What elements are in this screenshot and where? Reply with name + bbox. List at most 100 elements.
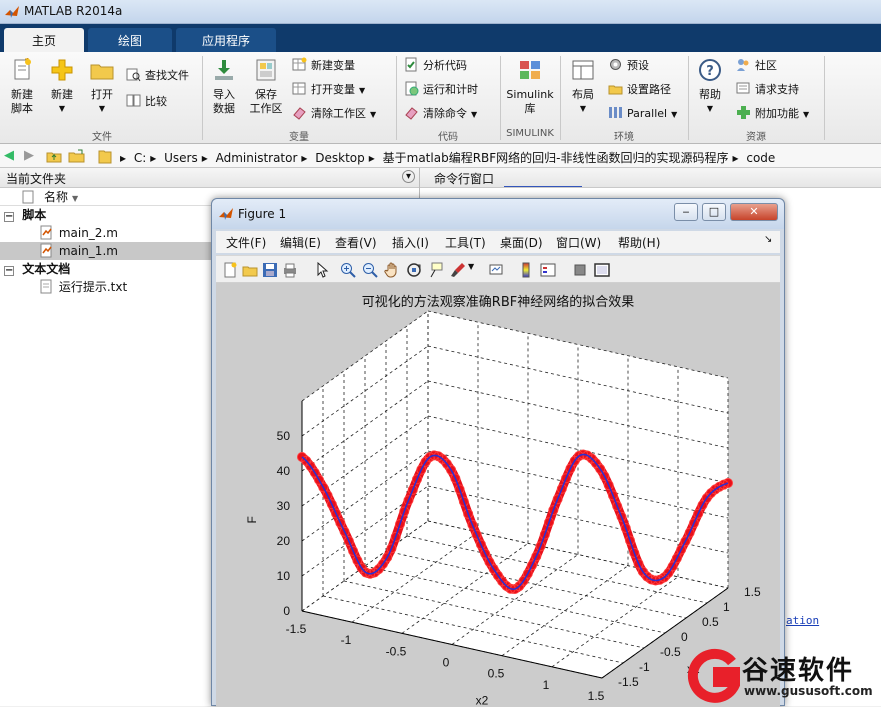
breadcrumb-item[interactable]: Administrator xyxy=(216,151,298,165)
x-axis-label: x2 xyxy=(476,694,489,707)
dock-arrow-icon[interactable]: ↘ xyxy=(764,234,772,245)
menu-view[interactable]: 查看(V) xyxy=(335,234,377,251)
import-icon xyxy=(211,58,237,82)
back-arrow-icon[interactable]: ◀ xyxy=(4,148,14,163)
breadcrumb-item[interactable]: C: xyxy=(134,151,146,165)
panel-menu-chevron-icon[interactable]: ▾ xyxy=(402,170,415,183)
rotate-3d-icon[interactable] xyxy=(406,262,422,278)
new-button[interactable]: 新建 ▼ xyxy=(44,58,80,116)
request-support-label: 请求支持 xyxy=(755,83,799,96)
colorbar-icon[interactable] xyxy=(518,262,534,278)
menu-file[interactable]: 文件(F) xyxy=(226,234,266,251)
menu-help[interactable]: 帮助(H) xyxy=(618,234,660,251)
find-files-label: 查找文件 xyxy=(145,69,189,82)
legend-icon[interactable] xyxy=(540,262,556,278)
layout-label: 布局 xyxy=(564,88,602,102)
group-name: 脚本 xyxy=(22,208,46,222)
clear-workspace-button[interactable]: 清除工作区▼ xyxy=(292,104,376,124)
pan-hand-icon[interactable] xyxy=(384,262,400,278)
new-variable-icon xyxy=(292,57,307,72)
breadcrumb-item[interactable]: Desktop xyxy=(315,151,365,165)
parallel-button[interactable]: Parallel▼ xyxy=(608,104,677,124)
data-cursor-icon[interactable] xyxy=(428,262,444,278)
sort-arrow-icon: ▼ xyxy=(72,194,78,203)
show-plot-tools-icon[interactable] xyxy=(594,262,610,278)
open-variable-label: 打开变量 xyxy=(311,83,355,96)
dropdown-arrow-icon[interactable]: ▼ xyxy=(468,262,474,271)
brush-icon[interactable] xyxy=(450,262,466,278)
group-label-variable: 变量 xyxy=(204,128,394,143)
menu-edit[interactable]: 编辑(E) xyxy=(280,234,321,251)
z-tick-label: 30 xyxy=(277,499,291,513)
tab-home[interactable]: 主页 xyxy=(4,28,84,52)
save-workspace-button[interactable]: 保存 工作区 xyxy=(246,58,286,116)
tab-plots[interactable]: 绘图 xyxy=(88,28,172,52)
request-support-button[interactable]: 请求支持 xyxy=(736,80,799,100)
z-tick-label: 10 xyxy=(277,569,291,583)
menu-tools[interactable]: 工具(T) xyxy=(445,234,486,251)
analyze-code-label: 分析代码 xyxy=(423,59,467,72)
find-files-button[interactable]: 查找文件 xyxy=(126,66,189,86)
close-button[interactable]: ✕ xyxy=(730,203,778,221)
help-button[interactable]: ? 帮助 ▼ xyxy=(692,58,728,116)
breadcrumb-item[interactable]: 基于matlab编程RBF网络的回归-非线性函数回归的实现源码程序 xyxy=(383,151,729,165)
open-button[interactable]: 打开 ▼ xyxy=(84,58,120,116)
parallel-label: Parallel xyxy=(627,107,667,120)
run-and-time-button[interactable]: 运行和计时 xyxy=(404,80,478,100)
menu-desktop[interactable]: 桌面(D) xyxy=(500,234,543,251)
simulink-library-button[interactable]: Simulink 库 xyxy=(504,58,556,116)
clear-commands-button[interactable]: 清除命令▼ xyxy=(404,104,477,124)
import-data-button[interactable]: 导入 数据 xyxy=(206,58,242,116)
menu-window[interactable]: 窗口(W) xyxy=(556,234,601,251)
breadcrumb-item[interactable]: Users xyxy=(164,151,198,165)
zoom-in-icon[interactable] xyxy=(340,262,356,278)
menu-insert[interactable]: 插入(I) xyxy=(392,234,429,251)
analyze-code-button[interactable]: 分析代码 xyxy=(404,56,467,76)
new-figure-icon[interactable] xyxy=(222,262,238,278)
figure-title: Figure 1 xyxy=(238,207,286,221)
x-tick-label: 1 xyxy=(543,678,550,692)
browse-folder-icon[interactable] xyxy=(68,148,86,164)
watermark-brand: 谷速软件 xyxy=(742,650,854,687)
figure-title-bar[interactable]: Figure 1 ‒ □ ✕ xyxy=(212,199,784,229)
community-button[interactable]: 社区 xyxy=(736,56,777,76)
analyze-code-icon xyxy=(404,57,419,72)
clear-commands-label: 清除命令 xyxy=(423,107,467,120)
new-variable-button[interactable]: 新建变量 xyxy=(292,56,355,76)
command-window-header: 命令行窗口 xyxy=(420,168,881,188)
minimize-button[interactable]: ‒ xyxy=(674,203,698,221)
open-file-icon[interactable] xyxy=(242,262,258,278)
breadcrumb-item[interactable]: code xyxy=(746,151,775,165)
save-icon[interactable] xyxy=(262,262,278,278)
m-file-icon xyxy=(40,225,53,240)
set-path-button[interactable]: 设置路径 xyxy=(608,80,671,100)
open-variable-button[interactable]: 打开变量▼ xyxy=(292,80,365,100)
maximize-button[interactable]: □ xyxy=(702,203,726,221)
link-plot-icon[interactable] xyxy=(488,262,504,278)
add-ons-button[interactable]: 附加功能▼ xyxy=(736,104,809,124)
eraser-icon xyxy=(404,105,419,120)
collapse-icon[interactable]: − xyxy=(4,266,14,276)
command-link[interactable]: ation xyxy=(786,614,819,627)
pointer-icon[interactable] xyxy=(314,262,330,278)
z-tick-label: 50 xyxy=(277,429,291,443)
file-name: 运行提示.txt xyxy=(59,280,127,294)
plot-area[interactable]: 可视化的方法观察准确RBF神经网络的拟合效果 -1.5-1-0.500.511.… xyxy=(216,283,780,707)
zoom-out-icon[interactable] xyxy=(362,262,378,278)
watermark-logo-icon xyxy=(682,648,740,704)
compare-button[interactable]: 比较 xyxy=(126,92,167,112)
current-folder-title: 当前文件夹 xyxy=(6,172,66,186)
collapse-icon[interactable]: − xyxy=(4,212,14,222)
figure-window[interactable]: Figure 1 ‒ □ ✕ 文件(F) 编辑(E) 查看(V) 插入(I) 工… xyxy=(211,198,785,706)
preferences-button[interactable]: 预设 xyxy=(608,56,649,76)
add-ons-icon xyxy=(736,105,751,120)
forward-arrow-icon[interactable]: ▶ xyxy=(24,148,34,163)
figure-menu-bar: 文件(F) 编辑(E) 查看(V) 插入(I) 工具(T) 桌面(D) 窗口(W… xyxy=(216,231,780,253)
layout-button[interactable]: 布局 ▼ xyxy=(564,58,602,116)
print-icon[interactable] xyxy=(282,262,298,278)
tab-apps[interactable]: 应用程序 xyxy=(176,28,276,52)
plot-svg[interactable]: -1.5-1-0.500.511.5-1.5-1-0.500.511.50102… xyxy=(216,283,780,707)
up-folder-icon[interactable] xyxy=(46,148,62,164)
new-script-button[interactable]: 新建 脚本 xyxy=(4,58,40,116)
hide-plot-tools-icon[interactable] xyxy=(572,262,588,278)
